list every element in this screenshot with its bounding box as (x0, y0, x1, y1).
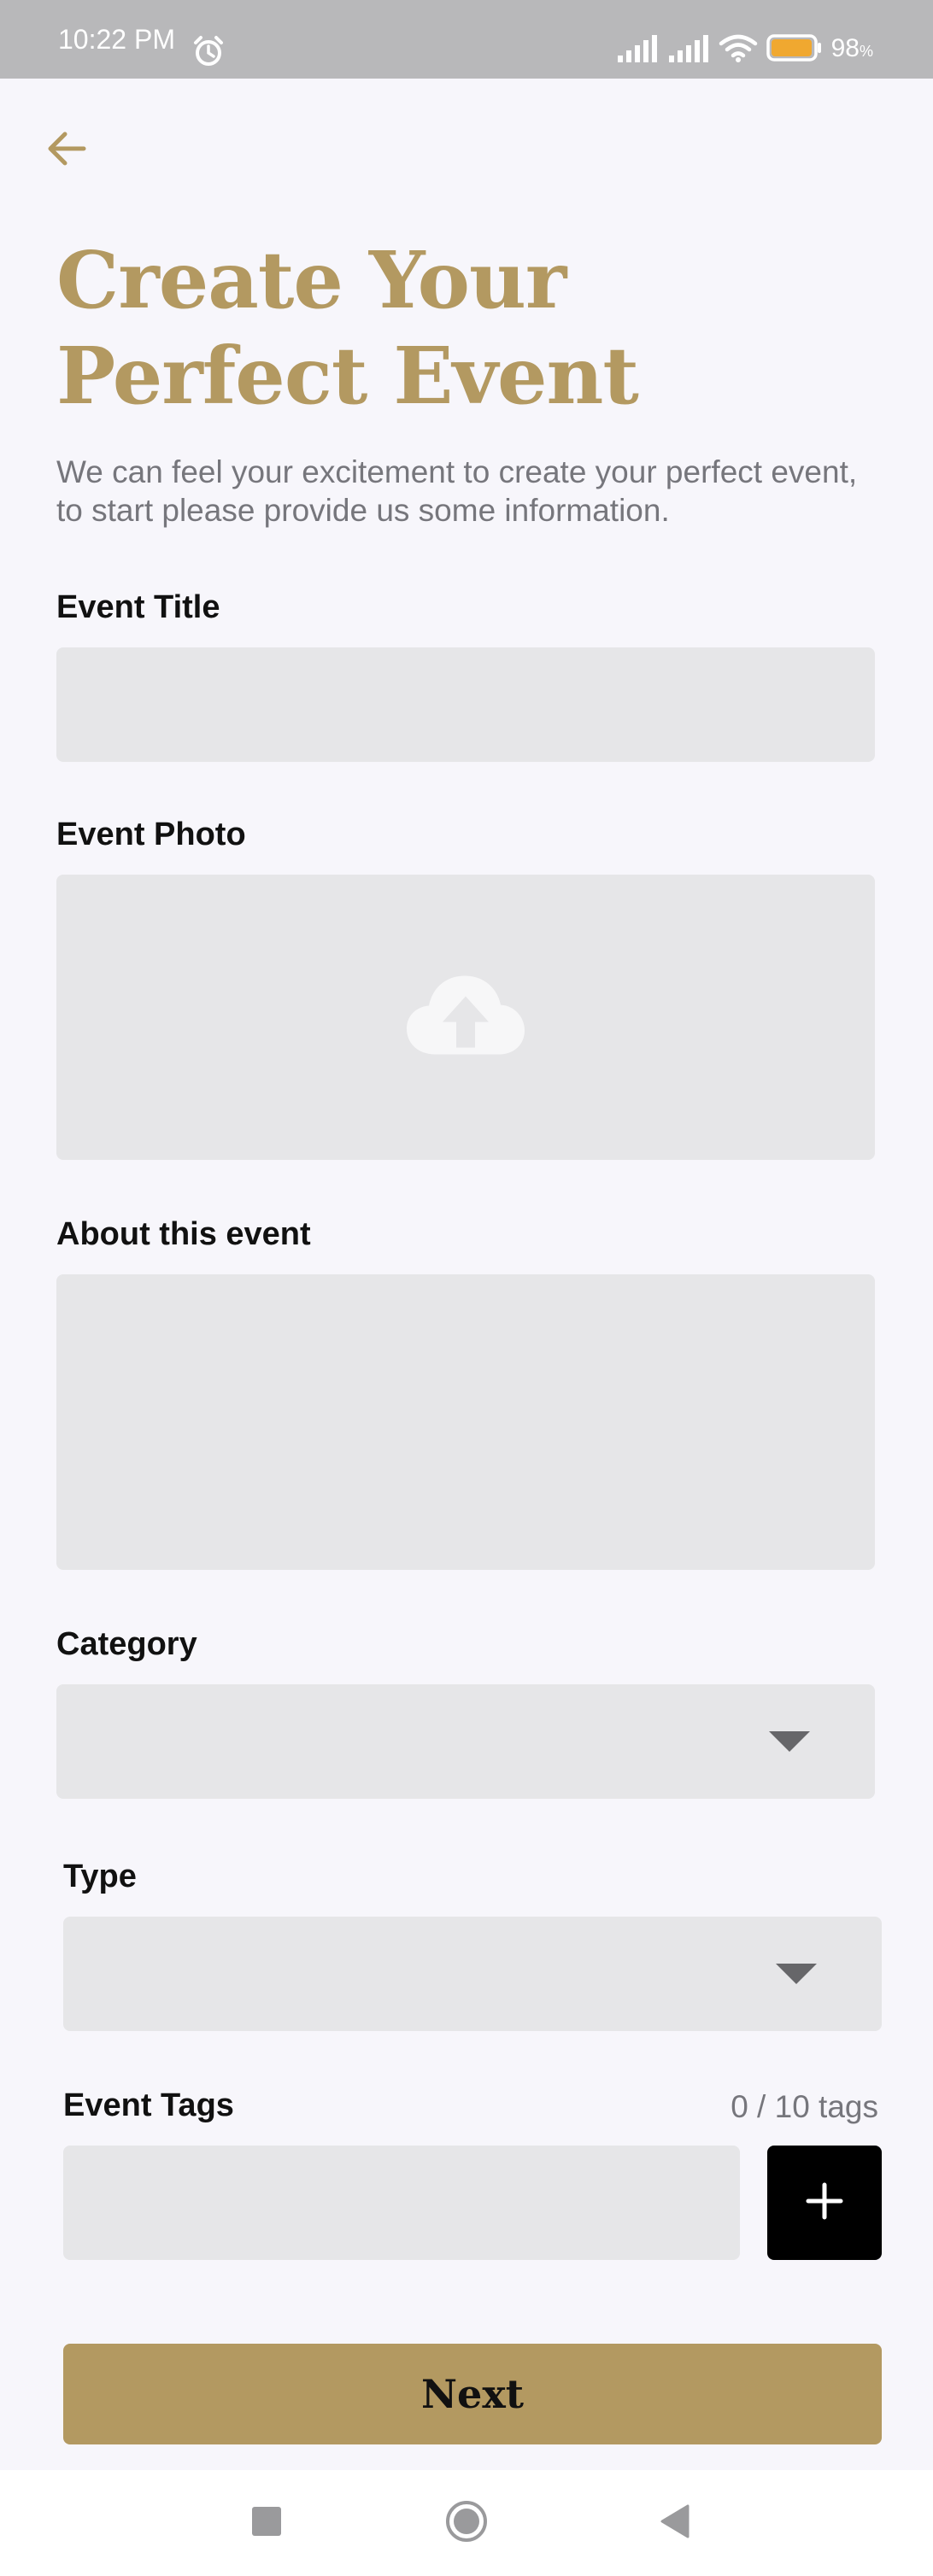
about-event-textarea[interactable] (56, 1274, 875, 1570)
event-title-label: Event Title (56, 589, 220, 625)
next-button[interactable]: Next (63, 2344, 882, 2444)
dropdown-arrow-icon (769, 1731, 810, 1752)
cloud-upload-icon (405, 975, 526, 1061)
home-button[interactable] (432, 2489, 501, 2557)
signal-icon-2 (667, 33, 710, 67)
category-select[interactable] (56, 1684, 875, 1799)
system-nav-bar (0, 2470, 933, 2576)
type-label: Type (63, 1859, 137, 1894)
plus-icon (805, 2181, 844, 2225)
dropdown-arrow-icon (776, 1964, 817, 1984)
triangle-back-icon (659, 2504, 691, 2543)
recents-button[interactable] (232, 2489, 301, 2557)
status-time: 10:22 PM (58, 24, 175, 55)
circle-icon (444, 2499, 489, 2548)
category-label: Category (56, 1626, 197, 1662)
event-tags-field-container (63, 2146, 740, 2260)
status-bar: 10:22 PM 98% (0, 0, 933, 79)
battery-icon (766, 33, 823, 67)
event-tags-label: Event Tags (63, 2087, 234, 2123)
alarm-icon (191, 34, 226, 68)
back-button[interactable] (39, 123, 94, 178)
signal-icon (616, 33, 659, 67)
about-event-label: About this event (56, 1216, 311, 1252)
event-tags-input[interactable] (63, 2146, 740, 2260)
status-icons: 98% (616, 32, 873, 67)
tags-count: 0 / 10 tags (731, 2089, 878, 2124)
about-event-field-container (56, 1274, 875, 1570)
square-icon (250, 2505, 283, 2542)
back-nav-button[interactable] (641, 2489, 709, 2557)
event-photo-upload[interactable] (56, 875, 875, 1160)
event-title-field-container (56, 647, 875, 762)
page-subtitle: We can feel your excitement to create yo… (56, 454, 858, 528)
event-title-input[interactable] (56, 647, 875, 762)
wifi-icon (719, 33, 758, 67)
create-event-screen: Create Your Perfect Event We can feel yo… (0, 79, 933, 2470)
arrow-left-icon (44, 126, 89, 175)
event-photo-label: Event Photo (56, 817, 246, 852)
type-select[interactable] (63, 1917, 882, 2031)
add-tag-button[interactable] (767, 2146, 882, 2260)
battery-text: 98% (830, 33, 873, 62)
page-title: Create Your Perfect Event (56, 234, 639, 422)
